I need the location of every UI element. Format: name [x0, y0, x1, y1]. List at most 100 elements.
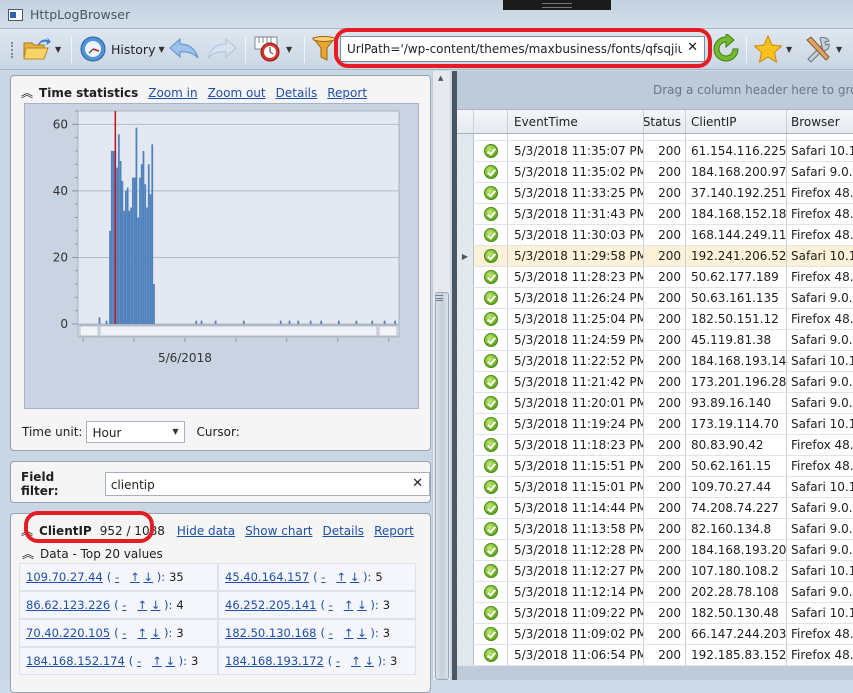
- column-header-status-icon[interactable]: [474, 110, 508, 133]
- report-link[interactable]: Report: [327, 86, 367, 100]
- column-header-eventtime[interactable]: EventTime: [508, 110, 644, 133]
- group-by-hint[interactable]: Drag a column header here to group by t: [653, 83, 853, 97]
- top-value-ip-link[interactable]: 45.40.164.157: [225, 570, 309, 584]
- sort-up-link[interactable]: ↑: [344, 598, 354, 612]
- column-header-clientip[interactable]: ClientIP: [686, 110, 787, 133]
- exclude-value-link[interactable]: -: [336, 654, 340, 668]
- refresh-button[interactable]: [711, 34, 741, 63]
- top-value-ip-link[interactable]: 109.70.27.44: [26, 570, 103, 584]
- hide-data-link[interactable]: Hide data: [177, 524, 235, 538]
- row-header[interactable]: [457, 267, 474, 287]
- table-row[interactable]: 5/3/2018 11:31:43 PM 200 184.168.152.180 Fi…: [457, 204, 853, 225]
- top-value-ip-link[interactable]: 70.40.220.105: [26, 626, 110, 640]
- row-header[interactable]: [457, 540, 474, 560]
- collapse-chevron-icon[interactable]: ︽: [21, 84, 33, 101]
- sort-down-link[interactable]: ↓: [151, 598, 161, 612]
- filter-button[interactable]: [312, 35, 336, 63]
- exclude-value-link[interactable]: -: [122, 598, 126, 612]
- collapse-chevron-icon[interactable]: ︽: [22, 545, 34, 562]
- sort-down-link[interactable]: ↓: [143, 570, 153, 584]
- sort-up-link[interactable]: ↑: [152, 654, 162, 668]
- exclude-value-link[interactable]: -: [329, 626, 333, 640]
- zoom-out-link[interactable]: Zoom out: [208, 86, 266, 100]
- row-header[interactable]: [457, 477, 474, 497]
- show-chart-link[interactable]: Show chart: [245, 524, 312, 538]
- history-button[interactable]: History ▼: [79, 35, 165, 63]
- toolbar-grip[interactable]: [11, 42, 14, 58]
- top-value-ip-link[interactable]: 184.168.193.172: [225, 654, 324, 668]
- row-header[interactable]: [457, 603, 474, 623]
- column-header-status[interactable]: Status: [644, 110, 686, 133]
- scroll-up-arrow-icon[interactable]: ▲: [438, 74, 443, 82]
- row-header[interactable]: [457, 330, 474, 350]
- table-row[interactable]: 5/3/2018 11:21:42 PM 200 173.201.196.28 Saf…: [457, 372, 853, 393]
- table-row[interactable]: 5/3/2018 11:14:44 PM 200 74.208.74.227 Safa…: [457, 498, 853, 519]
- top-value-ip-link[interactable]: 184.168.152.174: [26, 654, 125, 668]
- table-row[interactable]: 5/3/2018 11:12:14 PM 200 202.28.78.108 Safa…: [457, 582, 853, 603]
- table-row[interactable]: 5/3/2018 11:24:59 PM 200 45.119.81.38 Safar…: [457, 330, 853, 351]
- tools-button[interactable]: ▼: [803, 35, 842, 63]
- tools-dropdown-arrow[interactable]: ▼: [836, 45, 842, 54]
- sort-up-link[interactable]: ↑: [130, 570, 140, 584]
- row-header[interactable]: [457, 225, 474, 245]
- details-link[interactable]: Details: [322, 524, 364, 538]
- row-header[interactable]: [457, 498, 474, 518]
- favorites-button[interactable]: ▼: [753, 34, 792, 64]
- table-row[interactable]: 5/3/2018 11:06:54 PM 200 192.185.83.152 Fir…: [457, 645, 853, 666]
- table-row[interactable]: 5/3/2018 11:20:01 PM 200 93.89.16.140 Safar…: [457, 393, 853, 414]
- back-button[interactable]: [168, 35, 200, 63]
- row-header[interactable]: [457, 183, 474, 203]
- window-drag-handle[interactable]: [503, 0, 611, 10]
- table-row[interactable]: 5/3/2018 11:19:24 PM 200 173.19.114.70 Safa…: [457, 414, 853, 435]
- zoom-in-link[interactable]: Zoom in: [148, 86, 197, 100]
- sort-down-link[interactable]: ↓: [350, 570, 360, 584]
- top-value-ip-link[interactable]: 182.50.130.168: [225, 626, 316, 640]
- row-header[interactable]: ▶: [457, 246, 474, 266]
- row-header[interactable]: [457, 141, 474, 161]
- table-row[interactable]: 5/3/2018 11:25:04 PM 200 182.50.151.12 Fire…: [457, 309, 853, 330]
- exclude-value-link[interactable]: -: [122, 626, 126, 640]
- table-row[interactable]: 5/3/2018 11:09:22 PM 200 182.50.130.48 Safa…: [457, 603, 853, 624]
- open-dropdown-arrow[interactable]: ▼: [55, 45, 61, 54]
- exclude-value-link[interactable]: -: [329, 598, 333, 612]
- history-dropdown-arrow[interactable]: ▼: [158, 45, 164, 54]
- table-row[interactable]: 5/3/2018 11:35:07 PM 200 61.154.116.225 Saf…: [457, 141, 853, 162]
- table-row[interactable]: 5/3/2018 11:18:23 PM 200 80.83.90.42 Firefo…: [457, 435, 853, 456]
- table-row[interactable]: 5/3/2018 11:28:23 PM 200 50.62.177.189 Fire…: [457, 267, 853, 288]
- time-range-button[interactable]: ▼: [253, 35, 292, 63]
- clear-filter-icon[interactable]: ✕: [687, 40, 698, 55]
- exclude-value-link[interactable]: -: [115, 570, 119, 584]
- row-header[interactable]: [457, 393, 474, 413]
- favorites-dropdown-arrow[interactable]: ▼: [786, 45, 792, 54]
- row-header[interactable]: [457, 288, 474, 308]
- time-range-dropdown-arrow[interactable]: ▼: [286, 45, 292, 54]
- column-header-browser[interactable]: Browser: [787, 110, 853, 133]
- row-header[interactable]: [457, 456, 474, 476]
- collapse-chevron-icon[interactable]: ︽: [21, 522, 33, 539]
- sort-down-link[interactable]: ↓: [165, 654, 175, 668]
- time-unit-select[interactable]: Hour ▼: [86, 421, 186, 443]
- row-header[interactable]: [457, 645, 474, 665]
- table-row[interactable]: 5/3/2018 11:33:25 PM 200 37.140.192.251 Fir…: [457, 183, 853, 204]
- exclude-value-link[interactable]: -: [321, 570, 325, 584]
- sort-down-link[interactable]: ↓: [357, 626, 367, 640]
- table-row[interactable]: 5/3/2018 11:15:01 PM 200 109.70.27.44 Safar…: [457, 477, 853, 498]
- table-row[interactable]: 5/3/2018 11:09:02 PM 200 66.147.244.203 Fir…: [457, 624, 853, 645]
- filter-expression-box[interactable]: ✕: [340, 36, 705, 62]
- table-row-partial[interactable]: [457, 134, 853, 141]
- sort-down-link[interactable]: ↓: [364, 654, 374, 668]
- field-filter-box[interactable]: ✕: [104, 472, 430, 496]
- row-header[interactable]: [457, 162, 474, 182]
- sort-up-link[interactable]: ↑: [137, 626, 147, 640]
- report-link[interactable]: Report: [374, 524, 414, 538]
- table-row[interactable]: 5/3/2018 11:26:24 PM 200 50.63.161.135 Safa…: [457, 288, 853, 309]
- clear-field-filter-icon[interactable]: ✕: [412, 476, 423, 491]
- scrollbar-thumb[interactable]: [435, 292, 449, 680]
- row-header[interactable]: [457, 624, 474, 644]
- forward-button[interactable]: [206, 35, 238, 63]
- sort-up-link[interactable]: ↑: [344, 626, 354, 640]
- details-link[interactable]: Details: [276, 86, 318, 100]
- row-header[interactable]: [457, 204, 474, 224]
- row-header[interactable]: [457, 561, 474, 581]
- left-pane-scrollbar[interactable]: ▲: [432, 71, 450, 680]
